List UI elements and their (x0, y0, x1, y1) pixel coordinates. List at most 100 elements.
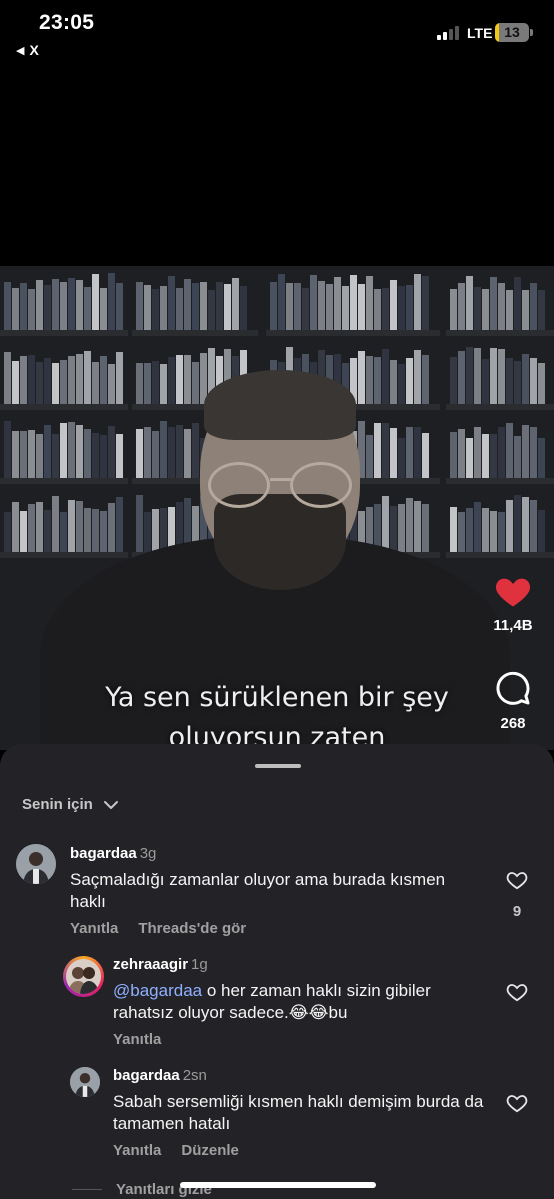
book (84, 429, 91, 478)
book (458, 429, 465, 478)
book (474, 502, 481, 552)
book (522, 425, 529, 478)
mention-link[interactable]: @bagardaa (113, 981, 202, 1000)
book (44, 285, 51, 330)
book (68, 500, 75, 552)
book (522, 354, 529, 404)
status-time: 23:05 (39, 11, 95, 34)
book (160, 286, 167, 330)
reply-username[interactable]: bagardaa 2sn (113, 1067, 207, 1084)
book (84, 351, 91, 404)
reply-username[interactable]: zehraaagir 1g (113, 956, 208, 973)
book (60, 512, 67, 552)
chevron-down-icon (103, 800, 118, 809)
book (406, 498, 413, 552)
shelf-board (132, 330, 258, 336)
reply-text: @bagardaa o her zaman haklı sizin gibile… (113, 980, 493, 1024)
book (358, 351, 365, 404)
avatar[interactable] (16, 844, 56, 884)
sheet-drag-handle[interactable] (255, 764, 301, 768)
book (522, 497, 529, 552)
like-video-button[interactable]: 11,4B (483, 574, 543, 634)
book (374, 357, 381, 404)
shelf-board (446, 404, 554, 410)
heart-filled-icon (495, 578, 531, 607)
avatar-story-ring[interactable] (63, 956, 104, 997)
book (506, 290, 513, 330)
book (12, 502, 19, 552)
book (490, 348, 497, 404)
book (52, 434, 59, 478)
reply-text: Sabah sersemliği kısmen haklı demişim bu… (113, 1092, 484, 1133)
book (12, 431, 19, 478)
book (184, 355, 191, 404)
heart-outline-icon (506, 1095, 528, 1113)
reply-button[interactable]: Yanıtla (70, 920, 118, 937)
reply-button[interactable]: Yanıtla (113, 1031, 161, 1048)
glasses-left-lens (208, 462, 270, 508)
book (366, 276, 373, 330)
book (458, 351, 465, 404)
book (100, 356, 107, 404)
back-to-app-button[interactable]: ◀ X (16, 42, 39, 58)
book (208, 290, 215, 330)
book (44, 358, 51, 404)
book (60, 423, 67, 478)
username-text: bagardaa (113, 1067, 180, 1084)
comment-like-button[interactable]: 9 (504, 870, 530, 920)
battery-cap (530, 29, 533, 36)
avatar[interactable] (70, 1067, 100, 1097)
signal-icon (437, 26, 463, 40)
reply-like-button[interactable] (504, 1093, 530, 1118)
book (490, 277, 497, 330)
book (414, 350, 421, 404)
book (390, 280, 397, 330)
book (530, 283, 537, 330)
book (482, 289, 489, 330)
reply-button[interactable]: Yanıtla (113, 1142, 161, 1159)
shelf-board (446, 330, 554, 336)
book (36, 362, 43, 404)
home-indicator[interactable] (180, 1182, 376, 1188)
book (498, 349, 505, 404)
book (240, 286, 247, 330)
book (4, 282, 11, 330)
book (390, 506, 397, 552)
divider (72, 1189, 102, 1190)
book (44, 425, 51, 478)
book (450, 432, 457, 478)
view-on-threads-button[interactable]: Threads'de gör (138, 920, 246, 937)
book (12, 288, 19, 330)
book (506, 500, 513, 552)
book (398, 364, 405, 404)
comments-button[interactable]: 268 (483, 670, 543, 732)
book (176, 425, 183, 478)
book (192, 362, 199, 404)
sort-dropdown[interactable]: Senin için (22, 796, 119, 813)
book (76, 354, 83, 404)
book (278, 274, 285, 330)
book (216, 282, 223, 330)
book (92, 274, 99, 330)
book (108, 273, 115, 330)
book (382, 349, 389, 404)
book (92, 433, 99, 478)
comment-bubble-icon (496, 671, 530, 705)
book-row (4, 420, 124, 478)
book (458, 283, 465, 330)
avatar-photo-icon (70, 1067, 100, 1097)
book (68, 422, 75, 478)
edit-button[interactable]: Düzenle (181, 1142, 239, 1159)
book (152, 509, 159, 552)
video-player[interactable]: Ya sen sürüklenen bir şey oluyorsun zate… (0, 266, 554, 750)
book (374, 289, 381, 330)
book (310, 275, 317, 330)
reply-like-button[interactable] (504, 982, 530, 1007)
comment-username[interactable]: bagardaa 3g (70, 845, 156, 862)
book (4, 352, 11, 404)
book (136, 495, 143, 552)
book (422, 355, 429, 404)
book (498, 283, 505, 330)
book (20, 511, 27, 552)
book (76, 280, 83, 330)
